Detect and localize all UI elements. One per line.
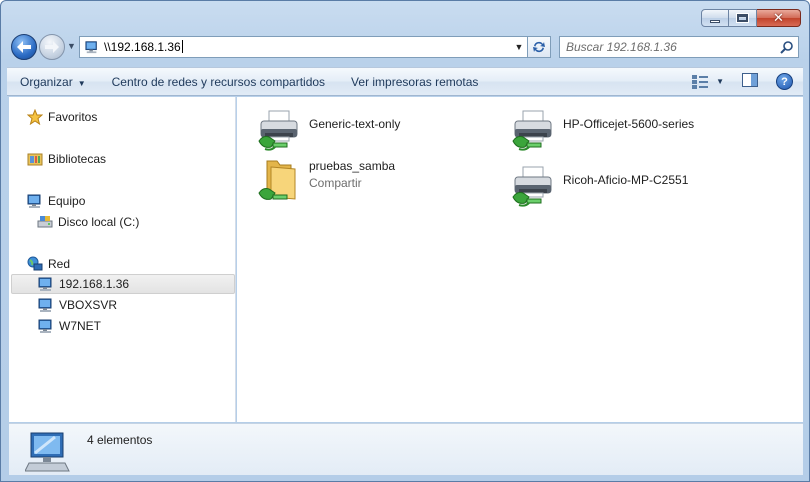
refresh-icon (533, 41, 545, 53)
navigation-pane: Favoritos Bibliotecas Equipo Disco local… (9, 97, 236, 422)
sidebar-item-favorites[interactable]: Favoritos (27, 107, 97, 127)
list-item-ricoh-aficio[interactable]: Ricoh-Aficio-MP-C2551 (509, 163, 688, 211)
minimize-icon (710, 19, 720, 23)
views-button[interactable]: ▼ (692, 74, 724, 89)
chevron-down-icon[interactable]: ▼ (716, 77, 724, 86)
sidebar-item-label: 192.168.1.36 (59, 277, 130, 291)
maximize-button[interactable] (729, 9, 757, 27)
back-button[interactable] (11, 34, 37, 60)
network-computer-icon (38, 276, 54, 292)
search-box[interactable] (559, 36, 799, 58)
back-arrow-icon (17, 41, 31, 53)
search-icon[interactable] (780, 40, 794, 54)
chevron-down-icon: ▼ (77, 78, 86, 88)
network-computer-icon (38, 318, 54, 334)
network-computer-icon (84, 40, 100, 54)
shared-printer-icon (509, 163, 557, 211)
sidebar-item-label: VBOXSVR (59, 298, 118, 312)
sidebar-item-label: W7NET (59, 319, 101, 333)
list-item-generic-text-only[interactable]: Generic-text-only (255, 107, 400, 155)
drive-icon (37, 214, 53, 230)
recent-pages-dropdown[interactable]: ▼ (67, 41, 76, 51)
minimize-button[interactable] (701, 9, 729, 27)
preview-pane-icon (742, 73, 758, 87)
sidebar-item-host-192-168-1-36[interactable]: 192.168.1.36 (11, 274, 235, 294)
sidebar-item-host-w7net[interactable]: W7NET (38, 316, 101, 336)
close-button[interactable]: ✕ (757, 9, 801, 27)
item-name: Generic-text-only (309, 117, 401, 131)
explorer-window: ✕ ▼ \\192.168.1.36 ▼ Buscar 192.168.1.36… (0, 0, 810, 482)
content-pane: Generic-text-only HP-Officejet-5600-seri… (237, 97, 803, 422)
network-globe-icon (27, 256, 43, 272)
shared-printer-icon (255, 107, 303, 155)
preview-pane-button[interactable] (742, 73, 758, 90)
forward-button[interactable] (39, 34, 65, 60)
network-computer-icon (38, 297, 54, 313)
star-icon (27, 109, 43, 125)
sidebar-item-computer[interactable]: Equipo (27, 191, 85, 211)
sidebar-item-label: Red (48, 257, 71, 271)
computer-icon (27, 193, 43, 209)
address-dropdown-icon[interactable]: ▼ (512, 40, 526, 54)
shared-folder-icon (258, 160, 296, 200)
organize-label: Organizar (20, 74, 73, 89)
details-pane: 4 elementos (9, 423, 803, 475)
sidebar-item-host-vboxsvr[interactable]: VBOXSVR (38, 295, 117, 315)
sidebar-item-local-disk[interactable]: Disco local (C:) (37, 212, 139, 232)
library-icon (27, 151, 43, 167)
close-icon: ✕ (773, 10, 784, 26)
item-name: Ricoh-Aficio-MP-C2551 (563, 173, 689, 187)
item-count: 4 elementos (87, 433, 153, 447)
sidebar-item-libraries[interactable]: Bibliotecas (27, 149, 106, 169)
sidebar-item-label: Bibliotecas (48, 152, 107, 166)
sidebar-item-label: Disco local (C:) (58, 215, 140, 229)
item-name: HP-Officejet-5600-series (563, 117, 695, 131)
item-subtitle: Compartir (309, 176, 362, 190)
network-computer-icon (25, 432, 70, 472)
sidebar-item-label: Equipo (48, 194, 86, 208)
list-item-hp-officejet[interactable]: HP-Officejet-5600-series (509, 107, 694, 155)
organize-menu[interactable]: Organizar ▼ (7, 75, 99, 89)
list-item-pruebas-samba[interactable]: pruebas_samba Compartir (255, 155, 395, 203)
shared-printer-icon (509, 107, 557, 155)
sidebar-item-network[interactable]: Red (27, 254, 70, 274)
sidebar-item-label: Favoritos (48, 110, 98, 124)
refresh-button[interactable] (527, 36, 551, 58)
maximize-icon (737, 14, 748, 22)
network-center-button[interactable]: Centro de redes y recursos compartidos (99, 75, 338, 89)
navigation-bar: ▼ \\192.168.1.36 ▼ (7, 33, 805, 61)
command-bar-right: ▼ ? (692, 73, 793, 90)
command-bar: Organizar ▼ Centro de redes y recursos co… (7, 67, 803, 96)
address-bar[interactable]: \\192.168.1.36 ▼ (79, 36, 529, 58)
remote-printers-button[interactable]: Ver impresoras remotas (338, 75, 491, 89)
views-icon (692, 74, 709, 89)
address-text[interactable]: \\192.168.1.36 (104, 40, 183, 54)
help-button[interactable]: ? (776, 73, 793, 90)
forward-arrow-icon (45, 41, 59, 53)
search-input[interactable] (566, 40, 766, 54)
item-name: pruebas_samba (309, 159, 396, 173)
caption-buttons: ✕ (701, 9, 801, 27)
